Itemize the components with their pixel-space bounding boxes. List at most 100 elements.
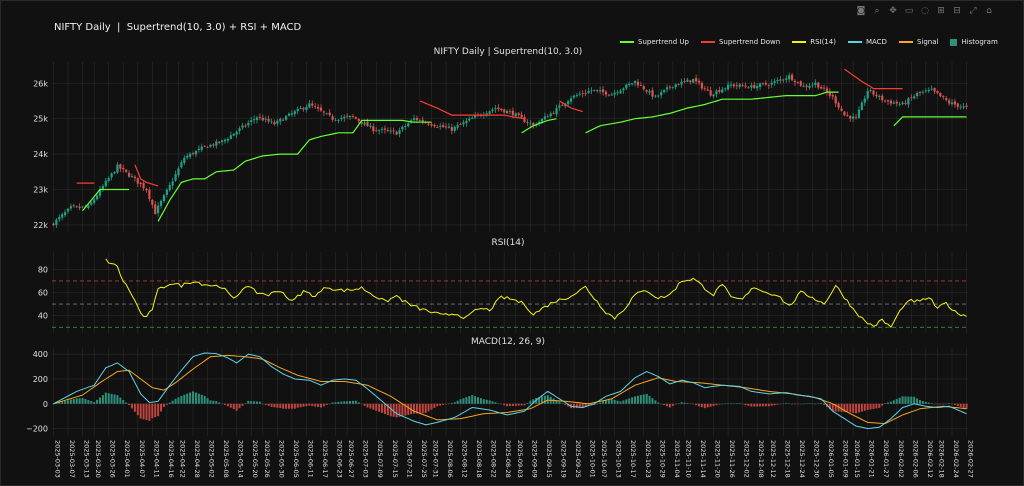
- candle-down: [837, 102, 840, 108]
- candle-up: [590, 90, 593, 92]
- candle-up: [293, 111, 296, 115]
- candle-down: [956, 103, 959, 107]
- x-tick-label: 2025-12-18: [783, 440, 791, 478]
- macd-histogram-bar: [721, 403, 724, 405]
- x-tick-label: 2025-08-12: [461, 440, 469, 478]
- candle-down: [596, 89, 599, 91]
- macd-histogram-bar: [206, 398, 209, 404]
- candle-down: [357, 119, 360, 122]
- candle-up: [715, 90, 718, 95]
- candle-down: [822, 87, 826, 89]
- x-tick-label: 2025-12-30: [812, 440, 820, 478]
- candle-up: [61, 214, 64, 218]
- candle-up: [456, 125, 459, 128]
- macd-histogram-bar: [666, 403, 669, 407]
- candle-up: [625, 84, 628, 89]
- candle-up: [788, 75, 791, 80]
- candle-down: [212, 144, 215, 146]
- macd-histogram-bar: [663, 403, 666, 406]
- x-tick-label: 2025-05-08: [222, 440, 230, 478]
- macd-histogram-bar: [491, 401, 494, 404]
- candle-up: [950, 102, 954, 105]
- macd-histogram-bar: [261, 403, 264, 405]
- candle-up: [389, 130, 392, 132]
- macd-histogram-bar: [907, 396, 910, 404]
- macd-histogram-bar: [101, 395, 104, 404]
- candle-up: [587, 91, 590, 94]
- macd-histogram-bar: [948, 403, 951, 404]
- candle-up: [189, 153, 192, 157]
- macd-histogram-bar: [500, 403, 503, 405]
- candle-up: [418, 120, 421, 121]
- macd-histogram-bar: [381, 403, 384, 413]
- macd-histogram-bar: [194, 392, 197, 404]
- macd-histogram-bar: [427, 403, 430, 412]
- candle-up: [863, 98, 866, 103]
- candle-down: [796, 82, 799, 83]
- macd-histogram-bar: [927, 402, 930, 404]
- macd-histogram-bar: [64, 401, 67, 404]
- macd-histogram-bar: [465, 397, 468, 404]
- macd-histogram-bar: [741, 403, 744, 405]
- macd-histogram-bar: [956, 403, 959, 406]
- candle-down: [747, 87, 750, 89]
- macd-histogram-bar: [439, 403, 442, 406]
- candle-down: [753, 84, 756, 88]
- candle-down: [939, 92, 942, 97]
- macd-histogram-bar: [160, 403, 163, 412]
- macd-histogram-bar: [805, 403, 808, 405]
- candle-up: [549, 113, 552, 117]
- macd-histogram-bar: [157, 403, 160, 417]
- macd-histogram-bar: [96, 399, 99, 404]
- macd-histogram-bar: [881, 403, 884, 406]
- candle-up: [738, 84, 741, 87]
- macd-histogram-bar: [168, 402, 171, 404]
- macd-histogram-bar: [421, 403, 424, 414]
- macd-histogram-bar: [692, 403, 695, 405]
- candle-down: [889, 100, 893, 104]
- candle-up: [866, 90, 869, 99]
- candle-down: [790, 74, 794, 81]
- candle-up: [927, 89, 930, 92]
- candle-up: [471, 117, 474, 119]
- candle-down: [145, 188, 148, 191]
- x-tick-label: 2026-01-27: [882, 440, 890, 478]
- candle-up: [95, 195, 99, 200]
- macd-histogram-bar: [913, 396, 916, 404]
- macd-histogram-bar: [407, 403, 410, 415]
- candle-up: [514, 113, 517, 117]
- chart-canvas[interactable]: NIFTY Daily | Supertrend(10, 3.0) RSI(14)…: [0, 0, 1024, 486]
- macd-histogram-bar: [793, 403, 796, 405]
- candle-down: [433, 124, 436, 127]
- macd-histogram-bar: [363, 403, 366, 406]
- macd-histogram-bar: [514, 403, 517, 406]
- macd-histogram-bar: [334, 402, 337, 404]
- candle-up: [58, 217, 61, 220]
- candle-up: [177, 168, 180, 175]
- macd-histogram-bar: [849, 403, 852, 413]
- macd-histogram-bar: [962, 403, 965, 408]
- candle-down: [203, 145, 206, 147]
- candle-up: [447, 126, 451, 128]
- macd-histogram-bar: [767, 403, 770, 407]
- macd-histogram-bar: [799, 403, 802, 405]
- candle-up: [599, 90, 602, 92]
- x-tick-label: 2026-02-27: [967, 440, 975, 478]
- macd-histogram-bar: [715, 403, 718, 406]
- candle-up: [671, 86, 674, 88]
- candle-up: [654, 95, 657, 97]
- macd-histogram-bar: [61, 401, 64, 404]
- candle-up: [194, 150, 198, 155]
- macd-histogram-bar: [116, 395, 119, 404]
- macd-histogram-bar: [671, 403, 674, 406]
- candle-up: [712, 94, 715, 97]
- macd-histogram-bar: [494, 402, 497, 404]
- macd-histogram-bar: [389, 403, 392, 417]
- candle-down: [125, 169, 128, 172]
- macd-histogram-bar: [413, 403, 416, 414]
- macd-histogram-bar: [668, 403, 671, 408]
- macd-histogram-bar: [639, 395, 642, 404]
- macd-histogram-bar: [209, 400, 212, 404]
- candle-up: [756, 85, 759, 89]
- macd-histogram-bar: [770, 403, 773, 406]
